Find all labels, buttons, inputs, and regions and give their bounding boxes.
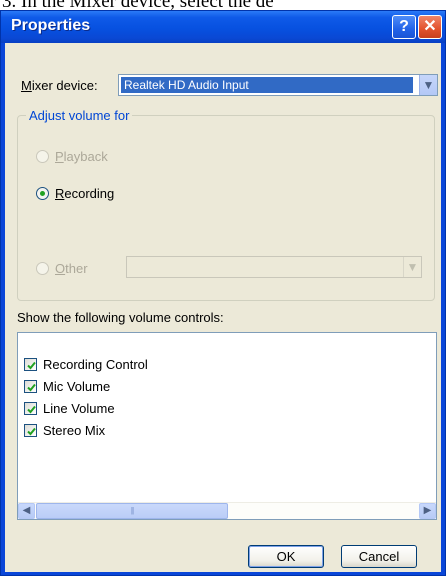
list-item-label: Mic Volume: [43, 379, 111, 394]
mixer-device-select[interactable]: Realtek HD Audio Input ▼: [118, 74, 438, 96]
mixer-device-value: Realtek HD Audio Input: [120, 76, 414, 94]
checkmark-icon: [27, 405, 36, 414]
adjust-volume-legend: Adjust volume for: [26, 108, 133, 123]
list-item-label: Line Volume: [43, 401, 115, 416]
grip-icon: |||: [130, 506, 134, 515]
arrow-right-icon[interactable]: ▶: [419, 503, 436, 519]
mixer-device-label: Mixer device:: [21, 78, 98, 93]
scrollbar-thumb[interactable]: |||: [36, 503, 228, 519]
horizontal-scrollbar[interactable]: ◀ ||| ▶: [18, 502, 436, 519]
help-button[interactable]: ?: [392, 15, 416, 39]
window-title: Properties: [11, 17, 91, 34]
radio-button-icon: [36, 187, 49, 200]
help-icon: ?: [399, 18, 409, 35]
checkbox[interactable]: [24, 358, 37, 371]
ok-button[interactable]: OK: [248, 545, 324, 568]
checkmark-icon: [27, 383, 36, 392]
radio-button-icon: [36, 262, 49, 275]
checkmark-icon: [27, 361, 36, 370]
cancel-button[interactable]: Cancel: [341, 545, 417, 568]
chevron-down-icon[interactable]: ▼: [403, 257, 421, 277]
radio-recording-label: Recording: [55, 186, 115, 201]
document-caption: 3. In the Mixer device, select the de: [0, 0, 446, 10]
radio-playback-label: Playback: [55, 149, 108, 164]
other-device-select[interactable]: ▼: [126, 256, 422, 278]
properties-dialog: Properties ? ✕ Mixer device: Realtek HD …: [0, 10, 446, 576]
arrow-left-icon[interactable]: ◀: [18, 503, 35, 519]
checkbox[interactable]: [24, 380, 37, 393]
radio-selected-dot: [40, 191, 45, 196]
checkbox[interactable]: [24, 402, 37, 415]
radio-other-label: Other: [55, 261, 88, 276]
chevron-down-icon[interactable]: ▼: [419, 75, 437, 95]
list-item-label: Recording Control: [43, 357, 148, 372]
close-button[interactable]: ✕: [418, 15, 442, 39]
title-bar[interactable]: Properties ? ✕: [1, 11, 445, 43]
dialog-body: Mixer device: Realtek HD Audio Input ▼ A…: [5, 43, 441, 572]
radio-button-icon: [36, 150, 49, 163]
volume-controls-list[interactable]: Recording Control Mic Volume Line Volume…: [17, 332, 437, 520]
checkmark-icon: [27, 427, 36, 436]
close-icon: ✕: [423, 18, 437, 35]
list-item-label: Stereo Mix: [43, 423, 106, 438]
checkbox[interactable]: [24, 424, 37, 437]
adjust-volume-group: Adjust volume for Playback Recording Oth…: [17, 108, 435, 301]
volume-controls-label: Show the following volume controls:: [17, 310, 224, 325]
